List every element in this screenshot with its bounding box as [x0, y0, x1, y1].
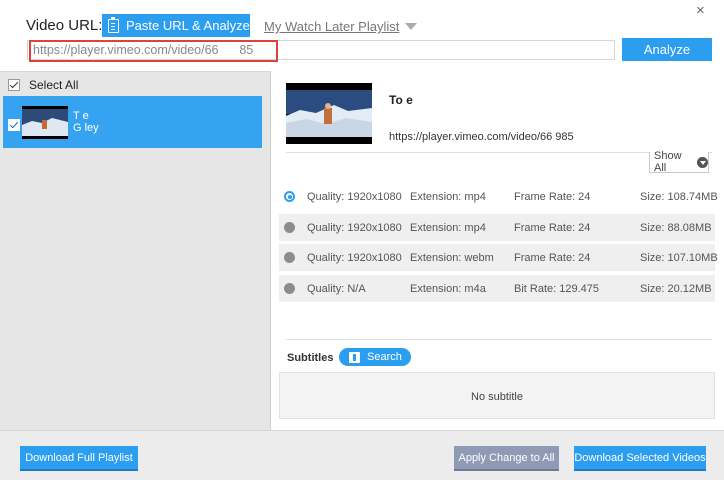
- url-input[interactable]: [28, 41, 614, 59]
- video-title: To e: [389, 93, 413, 107]
- no-subtitle-text: No subtitle: [471, 391, 523, 403]
- show-all-dropdown[interactable]: Show All: [649, 150, 709, 174]
- search-button-label: Search: [367, 351, 402, 363]
- paste-url-analyze-button[interactable]: Paste URL & Analyze: [102, 14, 250, 37]
- extension-value: Extension: m4a: [410, 283, 486, 295]
- divider: [286, 339, 712, 340]
- subtitle-search-button[interactable]: Search: [339, 348, 411, 366]
- video-list-panel: Select All T e G ley: [0, 71, 271, 430]
- download-full-playlist-button[interactable]: Download Full Playlist: [20, 446, 138, 471]
- subtitles-label: Subtitles: [287, 352, 334, 364]
- close-icon[interactable]: ×: [696, 2, 705, 19]
- select-all-checkbox[interactable]: [8, 79, 20, 91]
- detail-thumbnail: [286, 83, 372, 144]
- subtitle-list: No subtitle: [279, 372, 715, 419]
- extension-value: Extension: webm: [410, 252, 494, 264]
- item-checkbox[interactable]: [8, 119, 20, 131]
- apply-change-to-all-button[interactable]: Apply Change to All: [454, 446, 559, 471]
- size-value: Size: 88.08MB: [640, 222, 712, 234]
- rate-value: Frame Rate: 24: [514, 222, 591, 234]
- show-all-label: Show All: [654, 150, 682, 174]
- dropdown-triangle-icon: [405, 23, 418, 30]
- quality-row[interactable]: Quality: 1920x1080 Extension: mp4 Frame …: [279, 183, 718, 210]
- quality-radio[interactable]: [284, 283, 295, 294]
- quality-row[interactable]: Quality: 1920x1080 Extension: webm Frame…: [279, 244, 718, 271]
- rate-value: Frame Rate: 24: [514, 191, 591, 203]
- chevron-down-circle-icon: [697, 156, 708, 168]
- item-subtitle: G ley: [73, 122, 99, 134]
- quality-value: Quality: 1920x1080: [307, 252, 402, 264]
- quality-row[interactable]: Quality: N/A Extension: m4a Bit Rate: 12…: [279, 275, 715, 302]
- quality-radio[interactable]: [284, 222, 295, 233]
- select-all-label: Select All: [29, 78, 79, 92]
- quality-radio[interactable]: [284, 191, 295, 202]
- top-bar: Video URL: Paste URL & Analyze My Watch …: [0, 0, 724, 70]
- clipboard-icon: [108, 16, 119, 33]
- extension-value: Extension: mp4: [410, 222, 486, 234]
- video-thumbnail: [22, 106, 68, 139]
- extension-value: Extension: mp4: [410, 191, 486, 203]
- quality-radio[interactable]: [284, 252, 295, 263]
- quality-row[interactable]: Quality: 1920x1080 Extension: mp4 Frame …: [279, 214, 715, 241]
- watch-later-label: My Watch Later Playlist: [264, 19, 400, 34]
- rate-value: Frame Rate: 24: [514, 252, 591, 264]
- quality-value: Quality: 1920x1080: [307, 191, 402, 203]
- paste-button-label: Paste URL & Analyze: [126, 18, 250, 33]
- rate-value: Bit Rate: 129.475: [514, 283, 600, 295]
- analyze-button[interactable]: Analyze: [622, 38, 712, 61]
- subtitle-search-icon: [349, 351, 360, 363]
- video-url: https://player.vimeo.com/video/66 985: [389, 131, 574, 143]
- download-selected-videos-button[interactable]: Download Selected Videos: [574, 446, 706, 471]
- video-url-label: Video URL:: [26, 17, 103, 34]
- quality-value: Quality: N/A: [307, 283, 366, 295]
- item-title: T e: [73, 110, 89, 122]
- size-value: Size: 107.10MB: [640, 252, 718, 264]
- select-all[interactable]: Select All: [8, 78, 78, 92]
- quality-value: Quality: 1920x1080: [307, 222, 402, 234]
- footer-bar: Download Full Playlist Apply Change to A…: [0, 430, 724, 480]
- size-value: Size: 108.74MB: [640, 191, 718, 203]
- size-value: Size: 20.12MB: [640, 283, 712, 295]
- list-item[interactable]: T e G ley: [3, 96, 262, 148]
- watch-later-playlist-link[interactable]: My Watch Later Playlist: [264, 19, 418, 34]
- url-field[interactable]: [27, 40, 615, 60]
